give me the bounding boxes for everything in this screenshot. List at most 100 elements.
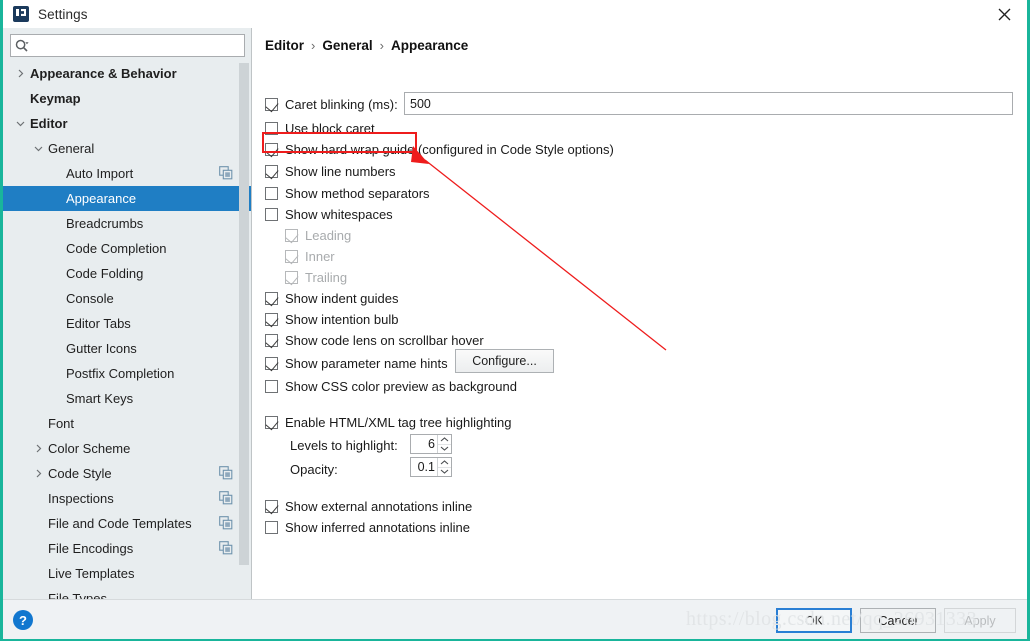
sidebar-item-auto-import[interactable]: Auto Import	[3, 161, 251, 186]
checkbox-show-external-annotations[interactable]	[265, 500, 278, 513]
sidebar-item-file-encodings[interactable]: File Encodings	[3, 536, 251, 561]
row-show-css-color-preview: Show CSS color preview as background	[265, 376, 517, 397]
label-opacity: Opacity:	[290, 462, 338, 477]
sidebar-item-smart-keys[interactable]: Smart Keys	[3, 386, 251, 411]
checkbox-show-line-numbers[interactable]	[265, 165, 278, 178]
label-show-line-numbers: Show line numbers	[285, 164, 396, 179]
label-show-indent-guides: Show indent guides	[285, 291, 399, 306]
sidebar-item-label: Editor	[30, 116, 68, 131]
sidebar-item-font[interactable]: Font	[3, 411, 251, 436]
checkbox-whitespace-leading[interactable]	[285, 229, 298, 242]
levels-spinner-buttons[interactable]	[437, 435, 451, 453]
checkbox-show-inferred-annotations[interactable]	[265, 521, 278, 534]
label-show-external-annotations: Show external annotations inline	[285, 499, 473, 514]
label-use-block-caret: Use block caret	[285, 121, 375, 136]
row-show-code-lens: Show code lens on scrollbar hover	[265, 330, 484, 351]
sidebar-item-postfix-completion[interactable]: Postfix Completion	[3, 361, 251, 386]
copy-settings-icon[interactable]	[219, 491, 233, 505]
sidebar-scrollbar-thumb[interactable]	[239, 63, 249, 565]
ok-button[interactable]: OK	[776, 608, 852, 633]
checkbox-show-intention-bulb[interactable]	[265, 313, 278, 326]
sidebar-item-label: Smart Keys	[66, 391, 134, 406]
chevron-right-icon[interactable]	[31, 442, 45, 456]
opacity-spinner-buttons[interactable]	[437, 458, 451, 476]
chevron-down-icon[interactable]	[438, 444, 451, 453]
levels-to-highlight-spinner[interactable]: 6	[410, 434, 452, 454]
label-enable-tag-tree-highlighting: Enable HTML/XML tag tree highlighting	[285, 415, 512, 430]
label-levels-to-highlight: Levels to highlight:	[290, 438, 398, 453]
opacity-spinner[interactable]: 0.1	[410, 457, 452, 477]
copy-settings-icon[interactable]	[219, 516, 233, 530]
checkbox-caret-blinking[interactable]	[265, 98, 278, 111]
checkbox-show-hard-wrap-guide[interactable]	[265, 143, 278, 156]
sidebar-item-general[interactable]: General	[3, 136, 251, 161]
search-box[interactable]	[10, 34, 245, 57]
sidebar-item-code-style[interactable]: Code Style	[3, 461, 251, 486]
configure-parameter-hints-button[interactable]: Configure...	[455, 349, 554, 373]
sidebar-item-console[interactable]: Console	[3, 286, 251, 311]
checkbox-show-parameter-hints[interactable]	[265, 357, 278, 370]
checkbox-show-whitespaces[interactable]	[265, 208, 278, 221]
chevron-down-icon[interactable]	[13, 117, 27, 131]
breadcrumb-part-general[interactable]: General	[322, 38, 372, 53]
checkbox-show-method-separators[interactable]	[265, 187, 278, 200]
sidebar-item-editor[interactable]: Editor	[3, 111, 251, 136]
row-show-hard-wrap-guide: Show hard wrap guide (configured in Code…	[265, 139, 614, 160]
checkbox-whitespace-trailing[interactable]	[285, 271, 298, 284]
help-icon[interactable]: ?	[13, 610, 33, 630]
sidebar-scrollbar[interactable]	[239, 63, 249, 597]
label-show-method-separators: Show method separators	[285, 186, 430, 201]
sidebar-item-editor-tabs[interactable]: Editor Tabs	[3, 311, 251, 336]
chevron-right-icon[interactable]	[13, 67, 27, 81]
window-title: Settings	[38, 6, 88, 22]
chevron-up-icon[interactable]	[438, 435, 451, 445]
close-icon[interactable]	[981, 0, 1027, 28]
sidebar-item-code-folding[interactable]: Code Folding	[3, 261, 251, 286]
sidebar-item-label: Live Templates	[48, 566, 135, 581]
sidebar-item-color-scheme[interactable]: Color Scheme	[3, 436, 251, 461]
sidebar-item-gutter-icons[interactable]: Gutter Icons	[3, 336, 251, 361]
chevron-down-icon[interactable]	[31, 142, 45, 156]
checkbox-show-code-lens[interactable]	[265, 334, 278, 347]
label-show-intention-bulb: Show intention bulb	[285, 312, 399, 327]
label-whitespace-leading: Leading	[305, 228, 352, 243]
row-whitespace-leading: Leading	[285, 225, 351, 246]
checkbox-use-block-caret[interactable]	[265, 122, 278, 135]
sidebar-item-keymap[interactable]: Keymap	[3, 86, 251, 111]
copy-settings-icon[interactable]	[219, 166, 233, 180]
sidebar-item-inspections[interactable]: Inspections	[3, 486, 251, 511]
settings-sidebar: Appearance & Behavior Keymap Editor General…	[3, 28, 252, 606]
sidebar-item-label: Color Scheme	[48, 441, 131, 456]
chevron-right-icon[interactable]	[31, 467, 45, 481]
checkbox-whitespace-inner[interactable]	[285, 250, 298, 263]
sidebar-item-appearance[interactable]: Appearance	[3, 186, 251, 211]
search-icon	[11, 35, 33, 56]
cancel-button[interactable]: Cancel	[860, 608, 936, 633]
caret-blinking-input[interactable]	[404, 92, 1013, 115]
checkbox-show-css-color-preview[interactable]	[265, 380, 278, 393]
row-levels-to-highlight: Levels to highlight:	[290, 435, 398, 456]
sidebar-item-live-templates[interactable]: Live Templates	[3, 561, 251, 586]
settings-tree[interactable]: Appearance & Behavior Keymap Editor General…	[3, 61, 251, 627]
chevron-up-icon[interactable]	[438, 458, 451, 468]
breadcrumb-part-editor[interactable]: Editor	[265, 38, 304, 53]
chevron-down-icon[interactable]	[438, 467, 451, 476]
sidebar-item-label: Editor Tabs	[66, 316, 131, 331]
sidebar-item-code-completion[interactable]: Code Completion	[3, 236, 251, 261]
row-show-parameter-hints: Show parameter name hints	[265, 353, 448, 374]
checkbox-show-indent-guides[interactable]	[265, 292, 278, 305]
breadcrumb-separator-icon: ›	[379, 38, 384, 53]
search-input[interactable]	[33, 36, 233, 55]
sidebar-item-label: Font	[48, 416, 75, 431]
copy-settings-icon[interactable]	[219, 466, 233, 480]
copy-settings-icon[interactable]	[219, 541, 233, 555]
intellij-idea-icon	[13, 6, 29, 22]
sidebar-item-breadcrumbs[interactable]: Breadcrumbs	[3, 211, 251, 236]
sidebar-item-label: Code Completion	[66, 241, 167, 256]
sidebar-item-appearance-behavior[interactable]: Appearance & Behavior	[3, 61, 251, 86]
sidebar-item-label: Postfix Completion	[66, 366, 175, 381]
checkbox-enable-tag-tree-highlighting[interactable]	[265, 416, 278, 429]
sidebar-item-file-and-code-templates[interactable]: File and Code Templates	[3, 511, 251, 536]
dialog-footer: ? OK Cancel Apply	[3, 599, 1027, 639]
sidebar-item-label: General	[48, 141, 95, 156]
